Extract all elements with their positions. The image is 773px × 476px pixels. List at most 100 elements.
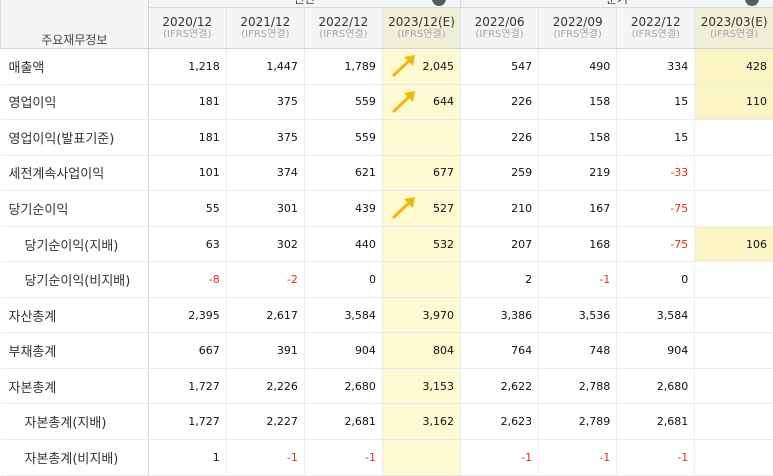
table-cell: 158 — [539, 84, 617, 120]
cell-value: 644 — [433, 95, 454, 108]
table-cell: 1,447 — [226, 49, 304, 85]
table-cell: 375 — [226, 84, 304, 120]
table-cell: 428 — [695, 49, 773, 85]
row-label: 당기순이익(지배) — [1, 226, 149, 262]
period-basis: (IFRS연결) — [695, 29, 773, 41]
cell-value: 1,727 — [188, 380, 220, 393]
row-label: 당기순이익(비지배) — [1, 262, 149, 298]
period-date: 2022/09 — [539, 16, 616, 29]
period-date: 2022/12 — [305, 16, 382, 29]
cell-value: 527 — [433, 202, 454, 215]
cell-value: 181 — [199, 131, 220, 144]
table-cell: 55 — [148, 191, 226, 227]
cell-value: 101 — [199, 166, 220, 179]
row-label: 매출액 — [1, 49, 149, 85]
table-cell: 2,788 — [539, 368, 617, 404]
group-label-quarterly: 분기 — [606, 0, 628, 6]
cell-value: 677 — [433, 166, 454, 179]
table-cell: 2,045 — [382, 49, 460, 85]
table-cell: 2,622 — [461, 368, 539, 404]
financial-summary-table: 주요재무정보 연간 − 분기 − 2020/12(IFRS연결)2021/12(… — [0, 0, 773, 476]
table-cell: 2,226 — [226, 368, 304, 404]
trend-up-arrow-icon — [391, 54, 417, 78]
table-cell: -33 — [617, 155, 695, 191]
table-cell — [382, 440, 460, 476]
cell-value: 181 — [199, 95, 220, 108]
cell-value: 439 — [355, 202, 376, 215]
table-cell: -1 — [539, 262, 617, 298]
table-cell: 2,789 — [539, 404, 617, 440]
table-cell: 3,970 — [382, 297, 460, 333]
table-cell: 210 — [461, 191, 539, 227]
row-label: 당기순이익 — [1, 191, 149, 227]
table-cell: 226 — [461, 84, 539, 120]
table-cell: 0 — [617, 262, 695, 298]
trend-up-arrow-icon — [391, 196, 417, 220]
row-label: 영업이익 — [1, 84, 149, 120]
cell-value: 904 — [667, 344, 688, 357]
row-label: 부채총계 — [1, 333, 149, 369]
period-date: 2023/03(E) — [695, 16, 773, 29]
cell-value: 3,153 — [423, 380, 455, 393]
cell-value: 559 — [355, 131, 376, 144]
table-cell: -8 — [148, 262, 226, 298]
cell-value: 2,623 — [501, 415, 533, 428]
table-row: 영업이익18137555964422615815110 — [1, 84, 773, 120]
table-cell: 1,727 — [148, 368, 226, 404]
cell-value: -1 — [287, 451, 298, 464]
period-header: 2023/03(E)(IFRS연결) — [695, 8, 773, 49]
cell-value: 2 — [525, 273, 532, 286]
cell-value: 2,045 — [423, 60, 455, 73]
cell-value: 106 — [746, 238, 767, 251]
group-header-quarterly: 분기 − — [461, 0, 773, 8]
cell-value: -75 — [670, 202, 688, 215]
cell-value: 2,680 — [657, 380, 689, 393]
cell-value: -1 — [599, 451, 610, 464]
table-cell: 15 — [617, 120, 695, 156]
table-cell: 532 — [382, 226, 460, 262]
cell-value: 2,227 — [266, 415, 298, 428]
collapse-quarterly-button[interactable]: − — [745, 0, 759, 6]
cell-value: -1 — [521, 451, 532, 464]
row-label: 세전계속사업이익 — [1, 155, 149, 191]
table-cell: 2 — [461, 262, 539, 298]
period-date: 2020/12 — [149, 16, 226, 29]
table-cell — [695, 155, 773, 191]
cell-value: 1,218 — [188, 60, 220, 73]
table-cell: 63 — [148, 226, 226, 262]
table-cell: 621 — [304, 155, 382, 191]
table-cell: -2 — [226, 262, 304, 298]
cell-value: 158 — [589, 95, 610, 108]
table-cell: 1,789 — [304, 49, 382, 85]
period-date: 2023/12(E) — [383, 16, 460, 29]
table-cell: 259 — [461, 155, 539, 191]
cell-value: 2,680 — [344, 380, 376, 393]
table-cell: 219 — [539, 155, 617, 191]
table-row: 자산총계2,3952,6173,5843,9703,3863,5363,584 — [1, 297, 773, 333]
table-cell — [695, 262, 773, 298]
table-cell: 375 — [226, 120, 304, 156]
period-date: 2021/12 — [227, 16, 304, 29]
table-cell: 110 — [695, 84, 773, 120]
table-cell: 374 — [226, 155, 304, 191]
period-basis: (IFRS연결) — [461, 29, 538, 41]
row-label: 영업이익(발표기준) — [1, 120, 149, 156]
table-cell: 804 — [382, 333, 460, 369]
cell-value: 3,386 — [501, 309, 533, 322]
table-cell: 2,680 — [304, 368, 382, 404]
table-cell: 168 — [539, 226, 617, 262]
table-row: 부채총계667391904804764748904 — [1, 333, 773, 369]
cell-value: 1,447 — [266, 60, 298, 73]
period-header: 2023/12(E)(IFRS연결) — [382, 8, 460, 49]
collapse-annual-button[interactable]: − — [432, 0, 446, 6]
cell-value: 2,681 — [344, 415, 376, 428]
table-cell: 3,584 — [617, 297, 695, 333]
row-label: 자본총계(지배) — [1, 404, 149, 440]
table-row: 당기순이익55301439527210167-75 — [1, 191, 773, 227]
cell-value: 2,788 — [579, 380, 611, 393]
table-cell: 2,681 — [304, 404, 382, 440]
table-cell: 207 — [461, 226, 539, 262]
cell-value: -8 — [209, 273, 220, 286]
cell-value: 375 — [277, 95, 298, 108]
table-cell: 527 — [382, 191, 460, 227]
